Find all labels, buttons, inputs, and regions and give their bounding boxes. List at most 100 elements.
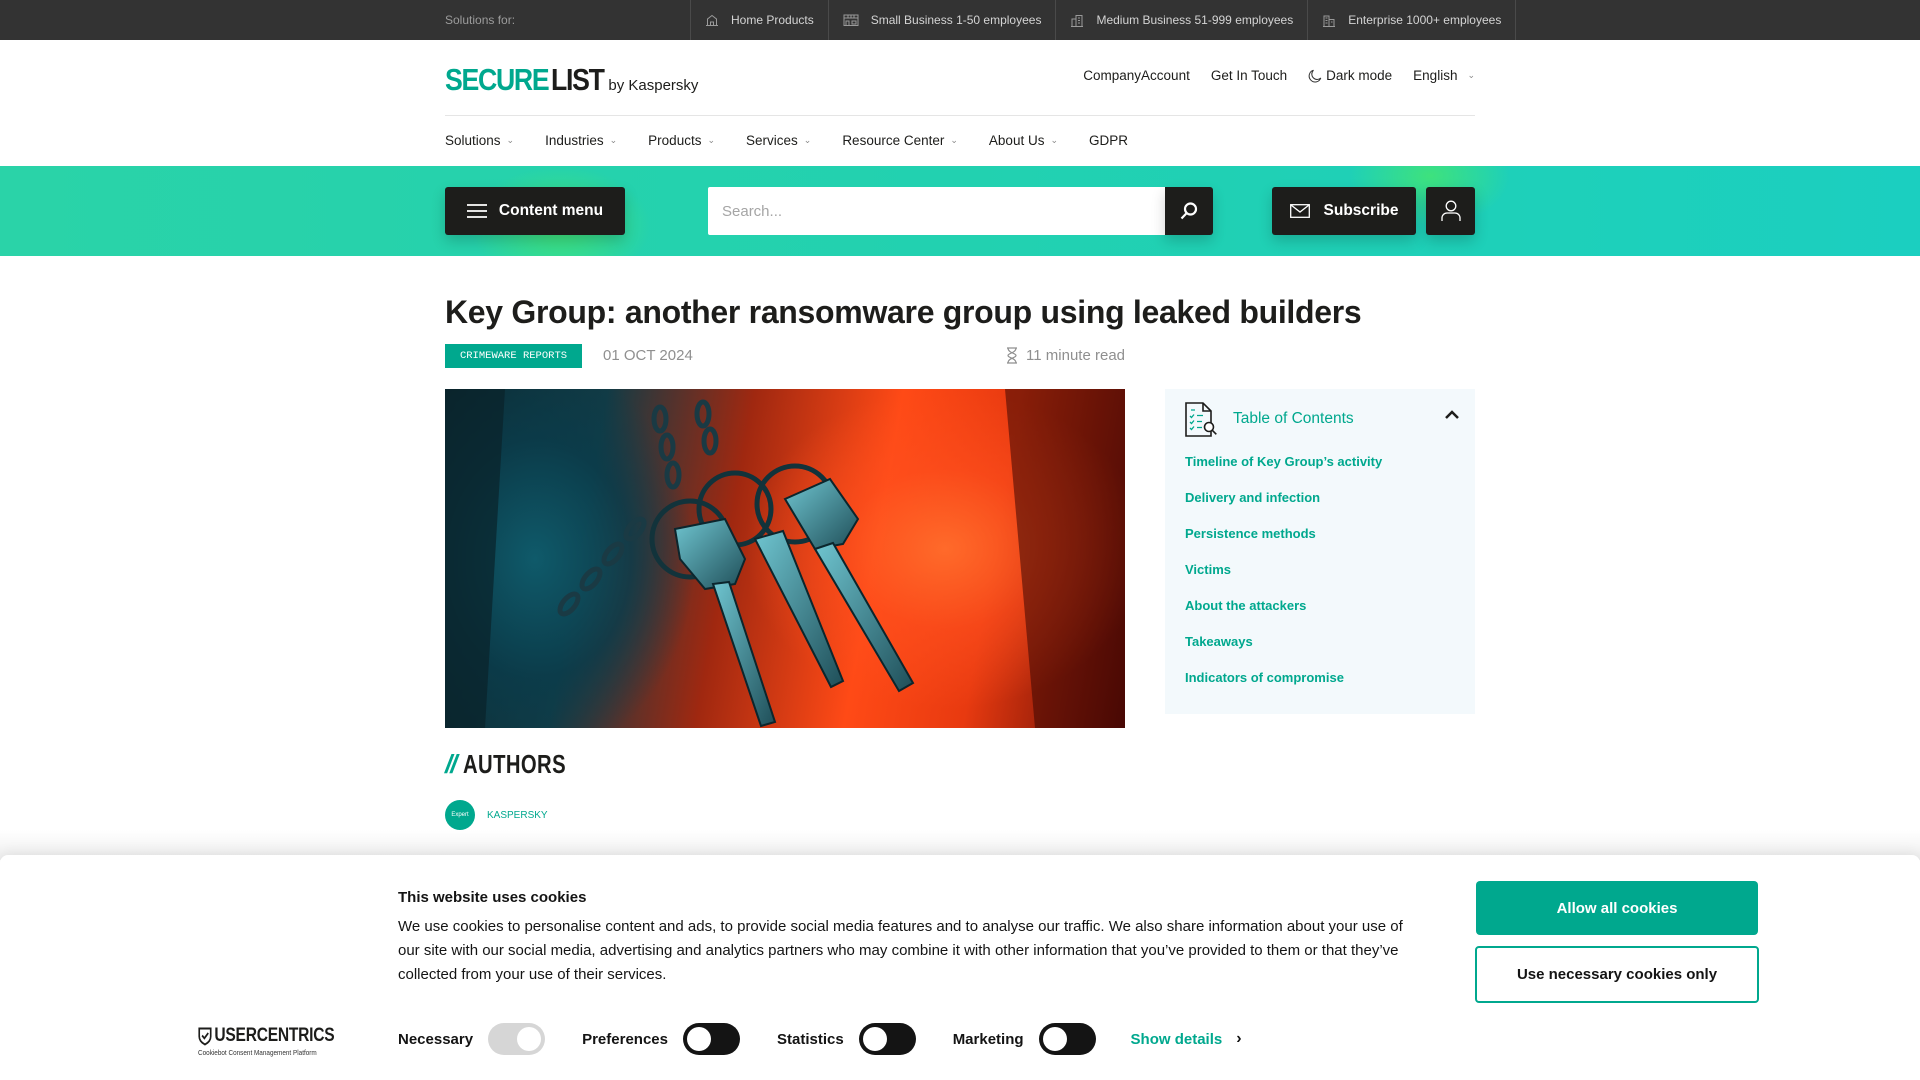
toggle-knob xyxy=(862,1027,887,1051)
chevron-down-icon: ⌄ xyxy=(950,134,958,145)
toggle-group-preferences: Preferences xyxy=(582,1023,740,1055)
author-item[interactable]: Expert KASPERSKY xyxy=(445,800,548,830)
chevron-down-icon: ⌄ xyxy=(506,134,515,145)
toggle-label: Necessary xyxy=(398,1030,474,1048)
toc-link-persistence[interactable]: Persistence methods xyxy=(1185,526,1382,562)
marketing-toggle[interactable] xyxy=(1038,1023,1096,1055)
author-avatar: Expert xyxy=(445,800,475,830)
table-of-contents: Table of Contents Timeline of Key Group’… xyxy=(1165,389,1475,714)
chevron-down-icon: ⌄ xyxy=(1467,70,1475,80)
segment-medium-business[interactable]: Medium Business 51-999 employees xyxy=(1055,0,1307,40)
get-in-touch-link[interactable]: Get In Touch xyxy=(1211,68,1287,83)
nav-label: About Us xyxy=(988,132,1045,148)
segment-label: Home Products xyxy=(731,13,814,27)
show-details-label: Show details xyxy=(1130,1030,1223,1048)
toc-link-ioc[interactable]: Indicators of compromise xyxy=(1185,670,1382,706)
hamburger-menu-icon xyxy=(466,204,487,218)
main-navigation: Solutions ⌄ Industries ⌄ Products ⌄ Service… xyxy=(445,130,1159,150)
toc-list: Timeline of Key Group’s activity Deliver… xyxy=(1185,454,1382,706)
toc-link-delivery[interactable]: Delivery and infection xyxy=(1185,490,1382,526)
nav-item-industries[interactable]: Industries ⌄ xyxy=(545,130,617,150)
office-building-icon xyxy=(1071,14,1084,27)
nav-label: Products xyxy=(648,132,702,148)
necessary-cookies-only-button[interactable]: Use necessary cookies only xyxy=(1475,946,1759,1003)
language-label: English xyxy=(1413,68,1458,83)
necessary-toggle xyxy=(488,1023,546,1055)
securelist-logo[interactable]: SECURE LIST by Kaspersky xyxy=(445,62,698,98)
company-account-link[interactable]: CompanyAccount xyxy=(1083,68,1190,83)
search-input[interactable] xyxy=(708,187,1165,235)
authors-heading: // AUTHORS xyxy=(445,749,596,780)
enterprise-building-icon xyxy=(1323,15,1336,27)
home-icon xyxy=(706,14,718,26)
toggle-group-statistics: Statistics xyxy=(777,1023,916,1055)
heading-slashes: // xyxy=(445,749,458,779)
toggle-label: Statistics xyxy=(776,1030,844,1048)
authors-heading-label: AUTHORS xyxy=(463,749,567,779)
segment-small-business[interactable]: Small Business 1-50 employees xyxy=(827,0,1056,40)
nav-item-services[interactable]: Services ⌄ xyxy=(746,130,811,150)
moon-icon xyxy=(1308,69,1322,82)
show-details-link[interactable]: Show details › xyxy=(1131,1030,1242,1048)
subscribe-button[interactable]: Subscribe xyxy=(1272,187,1416,235)
article-title: Key Group: another ransomware group usin… xyxy=(445,294,1362,330)
cookie-consent-banner: This website uses cookies We use cookies… xyxy=(0,855,1920,1080)
nav-label: GDPR xyxy=(1089,132,1129,148)
nav-label: Services xyxy=(746,132,798,148)
toc-link-timeline[interactable]: Timeline of Key Group’s activity xyxy=(1185,454,1382,490)
nav-label: Solutions xyxy=(445,132,501,148)
toc-link-victims[interactable]: Victims xyxy=(1185,562,1382,598)
author-name[interactable]: KASPERSKY xyxy=(487,810,548,821)
read-time-label: 11 minute read xyxy=(1026,347,1125,364)
language-selector[interactable]: English ⌄ xyxy=(1413,68,1475,83)
search-button[interactable] xyxy=(1165,187,1213,235)
segment-enterprise[interactable]: Enterprise 1000+ employees xyxy=(1307,0,1517,40)
toc-link-attackers[interactable]: About the attackers xyxy=(1185,598,1382,634)
chevron-up-icon[interactable] xyxy=(1444,409,1460,421)
toggle-group-necessary: Necessary xyxy=(398,1023,546,1055)
content-menu-button[interactable]: Content menu xyxy=(445,187,625,235)
dark-mode-label: Dark mode xyxy=(1326,68,1393,83)
header-utility-links: CompanyAccount Get In Touch Dark mode En… xyxy=(1083,68,1475,83)
nav-item-products[interactable]: Products ⌄ xyxy=(648,130,715,150)
segment-label: Small Business 1-50 employees xyxy=(870,13,1042,27)
nav-item-about-us[interactable]: About Us ⌄ xyxy=(989,130,1058,150)
shield-check-icon xyxy=(198,1027,212,1046)
toggle-group-marketing: Marketing xyxy=(953,1023,1096,1055)
header-divider xyxy=(445,115,1475,116)
solutions-for-label: Solutions for: xyxy=(445,13,516,27)
nav-item-resource-center[interactable]: Resource Center ⌄ xyxy=(842,130,958,150)
logo-by-kaspersky: by Kaspersky xyxy=(608,77,699,94)
document-search-icon xyxy=(1185,401,1217,437)
toggle-knob xyxy=(686,1027,711,1051)
chevron-down-icon: ⌄ xyxy=(1050,134,1058,145)
segment-label: Medium Business 51-999 employees xyxy=(1096,13,1294,27)
solutions-top-bar: Solutions for: Home Products Small Busin… xyxy=(0,0,1920,40)
preferences-toggle[interactable] xyxy=(682,1023,740,1055)
statistics-toggle[interactable] xyxy=(858,1023,916,1055)
chevron-down-icon: ⌄ xyxy=(609,134,618,145)
publish-date: 01 OCT 2024 xyxy=(603,347,693,364)
chevron-down-icon: ⌄ xyxy=(707,134,715,145)
nav-label: Industries xyxy=(545,132,604,148)
chevron-right-icon: › xyxy=(1236,1030,1242,1047)
toc-header-toggle[interactable]: Table of Contents xyxy=(1185,399,1460,439)
dark-mode-toggle[interactable]: Dark mode xyxy=(1308,68,1392,83)
toc-link-takeaways[interactable]: Takeaways xyxy=(1185,634,1382,670)
content-menu-label: Content menu xyxy=(498,202,604,219)
nav-item-gdpr[interactable]: GDPR xyxy=(1089,130,1128,150)
toggle-knob xyxy=(1042,1027,1067,1051)
nav-item-solutions[interactable]: Solutions ⌄ xyxy=(445,130,514,150)
segment-home-products[interactable]: Home Products xyxy=(690,0,828,40)
user-account-button[interactable] xyxy=(1426,187,1475,235)
chevron-down-icon: ⌄ xyxy=(803,134,812,145)
nav-label: Resource Center xyxy=(842,132,945,148)
logo-list: LIST xyxy=(551,62,605,97)
allow-all-cookies-button[interactable]: Allow all cookies xyxy=(1476,881,1758,935)
hourglass-icon xyxy=(1007,347,1018,364)
logo-secure: SECURE xyxy=(445,62,550,97)
category-tag[interactable]: CRIMEWARE REPORTS xyxy=(445,344,582,368)
usercentrics-subtitle: Cookiebot Consent Management Platform xyxy=(198,1048,317,1057)
store-icon xyxy=(843,14,859,26)
search-icon xyxy=(1180,202,1198,220)
